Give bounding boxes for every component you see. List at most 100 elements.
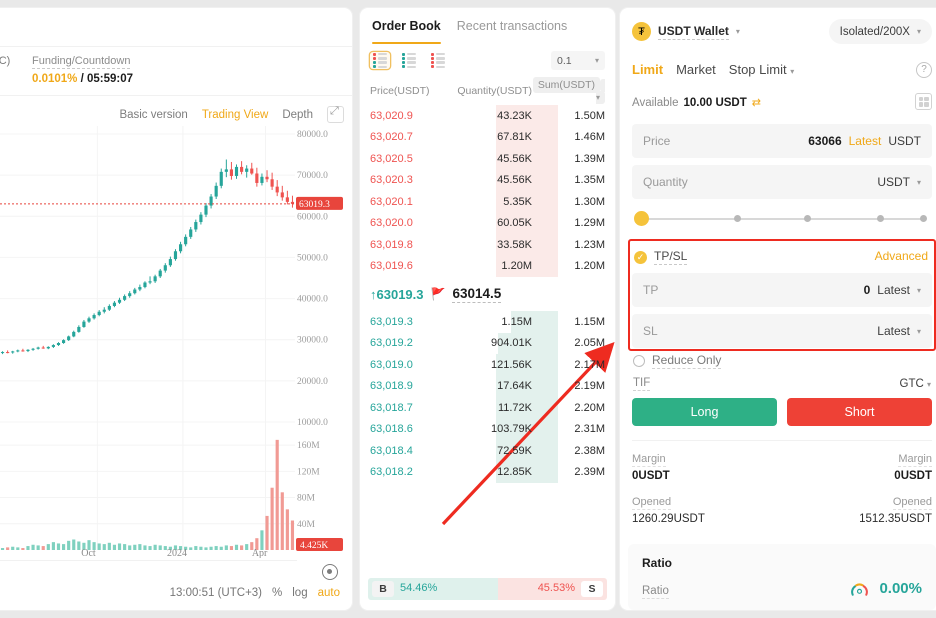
tif-value[interactable]: GTC ▾ <box>900 378 932 390</box>
cell-quantity: 11.72K <box>442 402 532 414</box>
order-type-stop-limit[interactable]: Stop Limit ▾ <box>729 62 794 77</box>
calculator-icon[interactable] <box>915 93 932 110</box>
transfer-icon[interactable]: ⇄ <box>752 96 761 109</box>
tpsl-label: TP/SL <box>654 249 687 265</box>
cell-price: 63,019.8 <box>360 239 442 251</box>
order-book-row[interactable]: 63,019.833.58K1.23M <box>360 234 615 256</box>
slider-node-75[interactable] <box>877 215 884 222</box>
tpsl-checkbox-checked-icon[interactable]: ✓ <box>634 251 647 264</box>
slider-node-50[interactable] <box>804 215 811 222</box>
tpsl-advanced-link[interactable]: Advanced <box>875 249 928 263</box>
order-book-row[interactable]: 63,020.345.56K1.35M <box>360 170 615 192</box>
opened-value-left: 1260.29USDT <box>632 513 705 525</box>
cell-sum: 1.23M <box>532 239 615 251</box>
price-chart[interactable]: 10000.020000.030000.040000.050000.060000… <box>0 126 352 558</box>
expand-chart-icon[interactable] <box>327 106 344 123</box>
ratio-value: 0.00% <box>879 580 922 597</box>
cell-price: 63,020.3 <box>360 174 442 186</box>
order-book-row[interactable]: 63,018.711.72K2.20M <box>360 397 615 419</box>
svg-text:2024: 2024 <box>167 548 187 558</box>
order-type-limit[interactable]: Limit <box>632 62 663 77</box>
tp-label: TP <box>643 283 658 297</box>
slider-node-100[interactable] <box>920 215 927 222</box>
funding-rate: 0.0101% <box>32 73 77 85</box>
order-book-row[interactable]: 63,019.0121.56K2.17M <box>360 354 615 376</box>
scale-log-toggle[interactable]: log <box>292 587 307 599</box>
price-latest-toggle[interactable]: Latest <box>849 134 882 148</box>
order-book-row[interactable]: 63,019.61.20M1.20M <box>360 256 615 278</box>
short-button[interactable]: Short <box>787 398 932 426</box>
scale-percent-toggle[interactable]: % <box>272 587 282 599</box>
tif-row[interactable]: TIF GTC ▾ <box>633 377 931 391</box>
cell-quantity: 904.01K <box>442 337 532 349</box>
view-mode-bids-icon[interactable] <box>399 52 419 69</box>
margin-value-left: 0USDT <box>632 470 670 482</box>
order-book-row[interactable]: 63,019.2904.01K2.05M <box>360 333 615 355</box>
view-mode-both-icon[interactable] <box>370 52 390 69</box>
sell-percent: 45.53% <box>538 582 575 594</box>
scale-auto-toggle[interactable]: auto <box>318 587 340 599</box>
chart-view-toolbar: Basic version Trading View Depth <box>119 106 344 123</box>
slider-node-25[interactable] <box>734 215 741 222</box>
cell-sum: 1.46M <box>532 131 615 143</box>
slider-thumb[interactable] <box>634 211 649 226</box>
price-field[interactable]: Price 63066 Latest USDT <box>632 124 932 158</box>
tab-trading-view[interactable]: Trading View <box>202 109 268 121</box>
margin-mode-value: Isolated/200X <box>840 26 910 38</box>
trade-panel: ₮ USDT Wallet ▾ Isolated/200X ▾ Limit Ma… <box>620 8 936 610</box>
order-book-row[interactable]: 63,018.917.64K2.19M <box>360 376 615 398</box>
cell-price: 63,019.0 <box>360 359 442 371</box>
trading-terminal: TC) ‖ Funding/Countdown 0.0101% / 05:59:… <box>0 0 936 618</box>
order-book-row[interactable]: 63,020.060.05K1.29M <box>360 213 615 235</box>
svg-text:63019.3: 63019.3 <box>299 200 330 210</box>
order-book-row[interactable]: 63,019.31.15M1.15M <box>360 311 615 333</box>
svg-text:40000.0: 40000.0 <box>297 295 328 305</box>
reduce-only-toggle[interactable]: Reduce Only <box>633 353 721 369</box>
tp-trigger[interactable]: Latest <box>877 283 910 297</box>
sl-trigger[interactable]: Latest <box>877 324 910 338</box>
order-book-row[interactable]: 63,018.472.59K2.38M <box>360 440 615 462</box>
ticker-top-strip <box>0 8 352 46</box>
long-button[interactable]: Long <box>632 398 777 426</box>
cell-sum: 2.38M <box>532 445 615 457</box>
margin-mode-selector[interactable]: Isolated/200X ▾ <box>829 19 932 44</box>
order-type-market[interactable]: Market <box>676 62 716 77</box>
quantity-field[interactable]: Quantity USDT ▾ <box>632 165 932 199</box>
tpsl-toggle[interactable]: ✓ TP/SL <box>634 249 687 265</box>
tab-basic-version[interactable]: Basic version <box>119 109 187 121</box>
tab-recent-transactions[interactable]: Recent transactions <box>457 19 567 35</box>
svg-text:60000.0: 60000.0 <box>297 212 328 222</box>
reduce-only-radio-icon[interactable] <box>633 355 645 367</box>
tif-label: TIF <box>633 377 650 391</box>
margin-label-right: Margin <box>898 453 932 467</box>
depth-step-select[interactable]: 0.1 ▾ <box>551 51 605 70</box>
svg-text:20000.0: 20000.0 <box>297 377 328 387</box>
tp-field[interactable]: TP 0 Latest ▾ <box>632 273 932 307</box>
buy-tag: B <box>372 581 394 597</box>
funding-timer: 05:59:07 <box>87 73 133 85</box>
tab-depth[interactable]: Depth <box>282 109 313 121</box>
column-price: Price(USDT) <box>360 85 442 97</box>
order-book-row[interactable]: 63,020.943.23K1.50M <box>360 105 615 127</box>
cell-sum: 1.30M <box>532 196 615 208</box>
order-book-row[interactable]: 63,018.212.85K2.39M <box>360 462 615 484</box>
cell-sum: 1.35M <box>532 174 615 186</box>
sl-field[interactable]: SL Latest ▾ <box>632 314 932 348</box>
cell-price: 63,020.9 <box>360 110 442 122</box>
quantity-slider[interactable] <box>634 211 930 227</box>
order-book-row[interactable]: 63,020.15.35K1.30M <box>360 191 615 213</box>
view-mode-asks-icon[interactable] <box>428 52 448 69</box>
gauge-icon <box>851 582 868 599</box>
column-sum[interactable]: Sum(USDT) ▾ <box>532 79 615 103</box>
column-quantity: Quantity(USDT) <box>442 85 532 97</box>
order-book-row[interactable]: 63,020.545.56K1.39M <box>360 148 615 170</box>
help-icon[interactable]: ? <box>916 62 932 78</box>
order-book-row[interactable]: 63,020.767.81K1.46M <box>360 127 615 149</box>
order-book-row[interactable]: 63,018.6103.79K2.31M <box>360 419 615 441</box>
cell-quantity: 121.56K <box>442 359 532 371</box>
cell-price: 63,019.3 <box>360 316 442 328</box>
wallet-selector[interactable]: ₮ USDT Wallet ▾ <box>632 22 740 41</box>
tab-order-book[interactable]: Order Book <box>372 19 441 35</box>
margin-label-left: Margin <box>632 453 666 467</box>
opened-labels: Opened Opened <box>632 496 932 510</box>
